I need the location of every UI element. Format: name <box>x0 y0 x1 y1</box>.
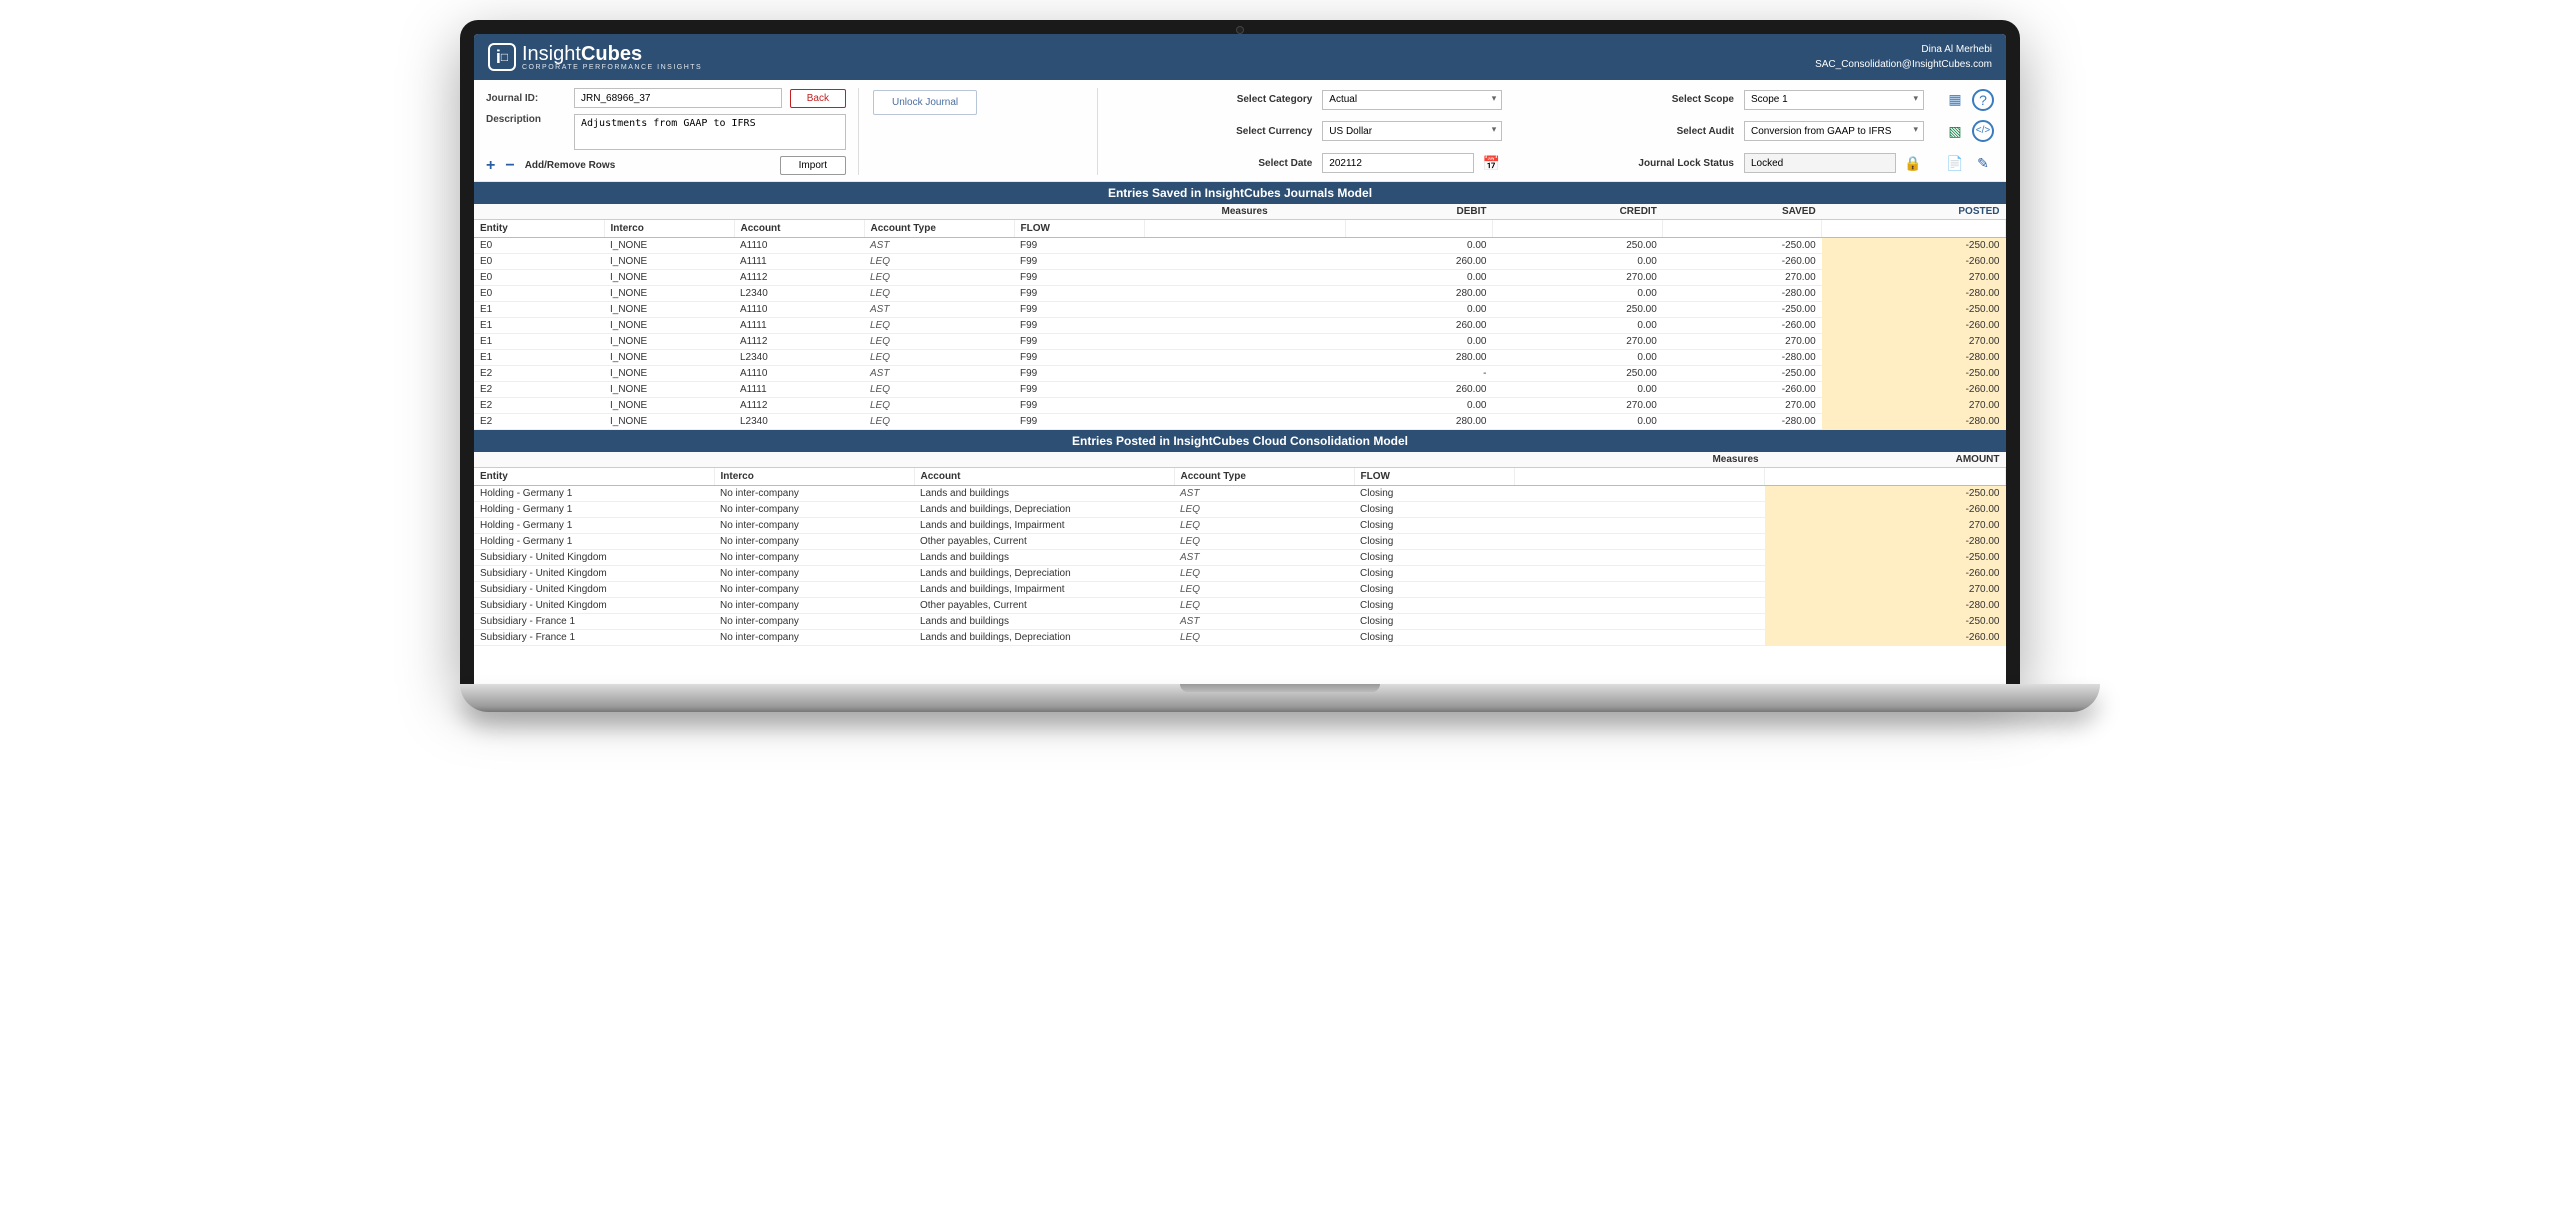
back-button[interactable]: Back <box>790 89 846 108</box>
t1-col-flow: FLOW <box>1014 220 1144 238</box>
add-row-icon[interactable]: + <box>486 157 495 175</box>
table-row[interactable]: Holding - Germany 1No inter-companyLands… <box>474 518 2006 534</box>
table-row[interactable]: Holding - Germany 1No inter-companyLands… <box>474 486 2006 502</box>
logo-tagline: CORPORATE PERFORMANCE INSIGHTS <box>522 64 702 71</box>
table-row[interactable]: E0I_NONEL2340LEQF99280.000.00-280.00-280… <box>474 286 2006 302</box>
t1-col-account: Account <box>734 220 864 238</box>
saved-entries-table: Measures DEBIT CREDIT SAVED POSTED Entit… <box>474 204 2006 430</box>
t1-col-posted: POSTED <box>1822 204 2006 220</box>
category-label: Select Category <box>1110 94 1312 105</box>
date-label: Select Date <box>1110 158 1312 169</box>
lock-status-field <box>1744 153 1896 173</box>
journal-id-input[interactable] <box>574 88 782 108</box>
table-row[interactable]: E1I_NONEA1110ASTF990.00250.00-250.00-250… <box>474 302 2006 318</box>
t1-col-saved: SAVED <box>1663 204 1822 220</box>
table-row[interactable]: E1I_NONEA1111LEQF99260.000.00-260.00-260… <box>474 318 2006 334</box>
table-row[interactable]: Subsidiary - United KingdomNo inter-comp… <box>474 582 2006 598</box>
t2-measures-label: Measures <box>1514 452 1765 468</box>
help-icon[interactable]: ? <box>1972 89 1994 111</box>
t1-col-interco: Interco <box>604 220 734 238</box>
currency-select[interactable]: US Dollar <box>1322 121 1502 141</box>
pdf-icon[interactable]: 📄 <box>1944 152 1966 174</box>
user-name: Dina Al Merhebi <box>1815 42 1992 57</box>
journal-id-label: Journal ID: <box>486 93 566 104</box>
logo-text-bold: Cubes <box>581 43 642 65</box>
toolbar: Journal ID: Back Description Adjustments… <box>474 80 2006 182</box>
audit-select[interactable]: Conversion from GAAP to IFRS <box>1744 121 1924 141</box>
app-header: i□ InsightCubes CORPORATE PERFORMANCE IN… <box>474 34 2006 80</box>
laptop-base <box>460 684 2100 712</box>
posted-entries-table: Measures AMOUNT Entity Interco Account A… <box>474 452 2006 646</box>
import-button[interactable]: Import <box>780 156 846 175</box>
table-row[interactable]: E1I_NONEL2340LEQF99280.000.00-280.00-280… <box>474 350 2006 366</box>
user-email: SAC_Consolidation@InsightCubes.com <box>1815 57 1992 72</box>
t2-col-entity: Entity <box>474 468 714 486</box>
table-row[interactable]: E2I_NONEA1110ASTF99-250.00-250.00-250.00 <box>474 366 2006 382</box>
logo: i□ InsightCubes CORPORATE PERFORMANCE IN… <box>488 43 702 71</box>
remove-row-icon[interactable]: − <box>505 157 514 175</box>
table-row[interactable]: E2I_NONEL2340LEQF99280.000.00-280.00-280… <box>474 414 2006 430</box>
description-label: Description <box>486 114 566 125</box>
calendar-icon[interactable]: 📅 <box>1480 152 1502 174</box>
description-input[interactable]: Adjustments from GAAP to IFRS <box>574 114 846 150</box>
table-row[interactable]: E2I_NONEA1112LEQF990.00270.00270.00270.0… <box>474 398 2006 414</box>
edit-icon[interactable]: ✎ <box>1972 152 1994 174</box>
unlock-journal-button[interactable]: Unlock Journal <box>873 90 977 115</box>
grid-icon[interactable]: ▦ <box>1944 89 1966 111</box>
t1-col-entity: Entity <box>474 220 604 238</box>
table-row[interactable]: Subsidiary - France 1No inter-companyLan… <box>474 630 2006 646</box>
scope-select[interactable]: Scope 1 <box>1744 90 1924 110</box>
t1-col-accttype: Account Type <box>864 220 1014 238</box>
t1-col-credit: CREDIT <box>1492 204 1662 220</box>
date-input[interactable] <box>1322 153 1474 173</box>
table-row[interactable]: Subsidiary - United KingdomNo inter-comp… <box>474 566 2006 582</box>
table-row[interactable]: E2I_NONEA1111LEQF99260.000.00-260.00-260… <box>474 382 2006 398</box>
scope-label: Select Scope <box>1512 94 1734 105</box>
table-row[interactable]: E0I_NONEA1112LEQF990.00270.00270.00270.0… <box>474 270 2006 286</box>
t1-col-debit: DEBIT <box>1345 204 1492 220</box>
logo-text-prefix: Insight <box>522 43 581 65</box>
table-row[interactable]: Holding - Germany 1No inter-companyLands… <box>474 502 2006 518</box>
table-row[interactable]: E1I_NONEA1112LEQF990.00270.00270.00270.0… <box>474 334 2006 350</box>
currency-label: Select Currency <box>1110 126 1312 137</box>
lock-status-label: Journal Lock Status <box>1512 158 1734 169</box>
excel-icon[interactable]: ▧ <box>1944 120 1966 142</box>
audit-label: Select Audit <box>1512 126 1734 137</box>
table-row[interactable]: E0I_NONEA1111LEQF99260.000.00-260.00-260… <box>474 254 2006 270</box>
t2-col-account: Account <box>914 468 1174 486</box>
addremove-label: Add/Remove Rows <box>525 160 616 171</box>
table-row[interactable]: Subsidiary - France 1No inter-companyLan… <box>474 614 2006 630</box>
t2-col-accttype: Account Type <box>1174 468 1354 486</box>
t2-col-flow: FLOW <box>1354 468 1514 486</box>
table-row[interactable]: Subsidiary - United KingdomNo inter-comp… <box>474 598 2006 614</box>
t2-col-interco: Interco <box>714 468 914 486</box>
t1-measures-label: Measures <box>1144 204 1345 220</box>
lock-icon: 🔒 <box>1902 152 1924 174</box>
table-row[interactable]: E0I_NONEA1110ASTF990.00250.00-250.00-250… <box>474 238 2006 254</box>
banner-posted: Entries Posted in InsightCubes Cloud Con… <box>474 430 2006 452</box>
banner-saved: Entries Saved in InsightCubes Journals M… <box>474 182 2006 204</box>
logo-icon: i□ <box>488 43 516 71</box>
table-row[interactable]: Subsidiary - United KingdomNo inter-comp… <box>474 550 2006 566</box>
t2-col-amount: AMOUNT <box>1765 452 2006 468</box>
code-icon[interactable]: </> <box>1972 120 1994 142</box>
category-select[interactable]: Actual <box>1322 90 1502 110</box>
camera-icon <box>1236 26 1244 34</box>
table-row[interactable]: Holding - Germany 1No inter-companyOther… <box>474 534 2006 550</box>
